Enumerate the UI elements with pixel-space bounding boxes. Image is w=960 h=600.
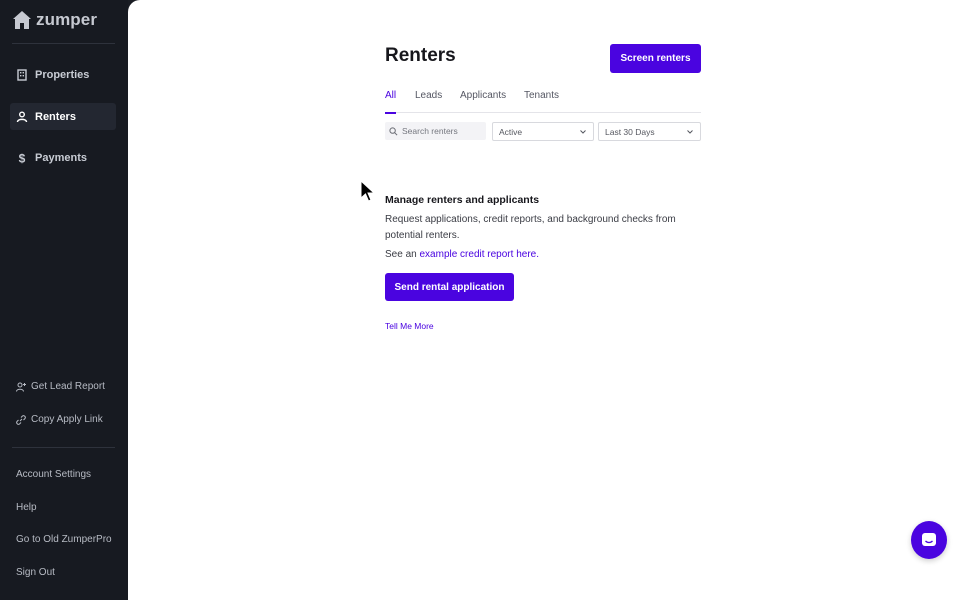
person-icon <box>16 111 28 122</box>
zumper-logo[interactable]: zumper <box>12 10 97 30</box>
building-icon <box>17 68 27 81</box>
main-content: Renters Screen renters All Leads Applica… <box>128 0 960 600</box>
link-icon <box>16 414 26 425</box>
search-icon <box>389 126 398 135</box>
sidebar-item-renters[interactable]: Renters <box>10 103 116 130</box>
example-prefix: See an <box>385 249 420 260</box>
status-select-value: Active <box>499 126 523 137</box>
util-item-label: Get Lead Report <box>31 381 105 392</box>
mouse-cursor-icon <box>360 180 376 202</box>
tab-tenants[interactable]: Tenants <box>524 90 559 113</box>
screen-renters-button[interactable]: Screen renters <box>610 44 701 73</box>
tab-leads[interactable]: Leads <box>415 90 442 113</box>
chat-icon <box>922 533 936 546</box>
date-range-select[interactable]: Last 30 Days <box>598 122 701 141</box>
sign-out-link[interactable]: Sign Out <box>16 567 55 578</box>
sidebar: zumper Properties Renters $ Payments Get… <box>0 0 128 600</box>
svg-text:$: $ <box>19 152 26 164</box>
sidebar-item-label: Payments <box>35 151 87 164</box>
tab-all[interactable]: All <box>385 90 397 114</box>
sidebar-item-payments[interactable]: $ Payments <box>10 144 116 171</box>
chevron-down-icon <box>687 129 693 134</box>
sidebar-item-label: Renters <box>35 110 76 123</box>
account-settings-link[interactable]: Account Settings <box>16 469 91 480</box>
house-logo-icon <box>13 11 31 29</box>
copy-apply-link[interactable]: Copy Apply Link <box>16 414 103 425</box>
sidebar-item-properties[interactable]: Properties <box>10 61 116 88</box>
dollar-icon: $ <box>19 152 26 164</box>
tell-me-more-link[interactable]: Tell Me More <box>385 321 434 331</box>
status-select[interactable]: Active <box>492 122 594 141</box>
util-item-label: Copy Apply Link <box>31 414 103 425</box>
page-title: Renters <box>385 45 456 66</box>
help-link[interactable]: Help <box>16 502 37 513</box>
empty-state-title: Manage renters and applicants <box>385 194 540 206</box>
empty-state-description: Request applications, credit reports, an… <box>385 214 676 241</box>
search-input[interactable] <box>402 126 482 136</box>
search-box[interactable] <box>385 122 486 140</box>
old-zumperpro-link[interactable]: Go to Old ZumperPro <box>16 534 112 545</box>
get-lead-report-link[interactable]: Get Lead Report <box>16 381 105 392</box>
sidebar-divider <box>12 43 115 44</box>
example-credit-report-link[interactable]: example credit report here. <box>419 249 539 260</box>
renter-tabs: All Leads Applicants Tenants <box>385 90 701 114</box>
chat-widget-button[interactable] <box>911 521 947 559</box>
tab-applicants[interactable]: Applicants <box>460 90 506 113</box>
send-rental-application-button[interactable]: Send rental application <box>385 273 514 301</box>
example-report-line: See an example credit report here. <box>385 249 539 260</box>
brand-name: zumper <box>36 10 98 29</box>
date-select-value: Last 30 Days <box>605 126 655 137</box>
sidebar-divider <box>12 447 115 448</box>
sidebar-item-label: Properties <box>35 68 90 81</box>
chevron-down-icon <box>580 129 586 134</box>
person-plus-icon <box>16 382 26 392</box>
